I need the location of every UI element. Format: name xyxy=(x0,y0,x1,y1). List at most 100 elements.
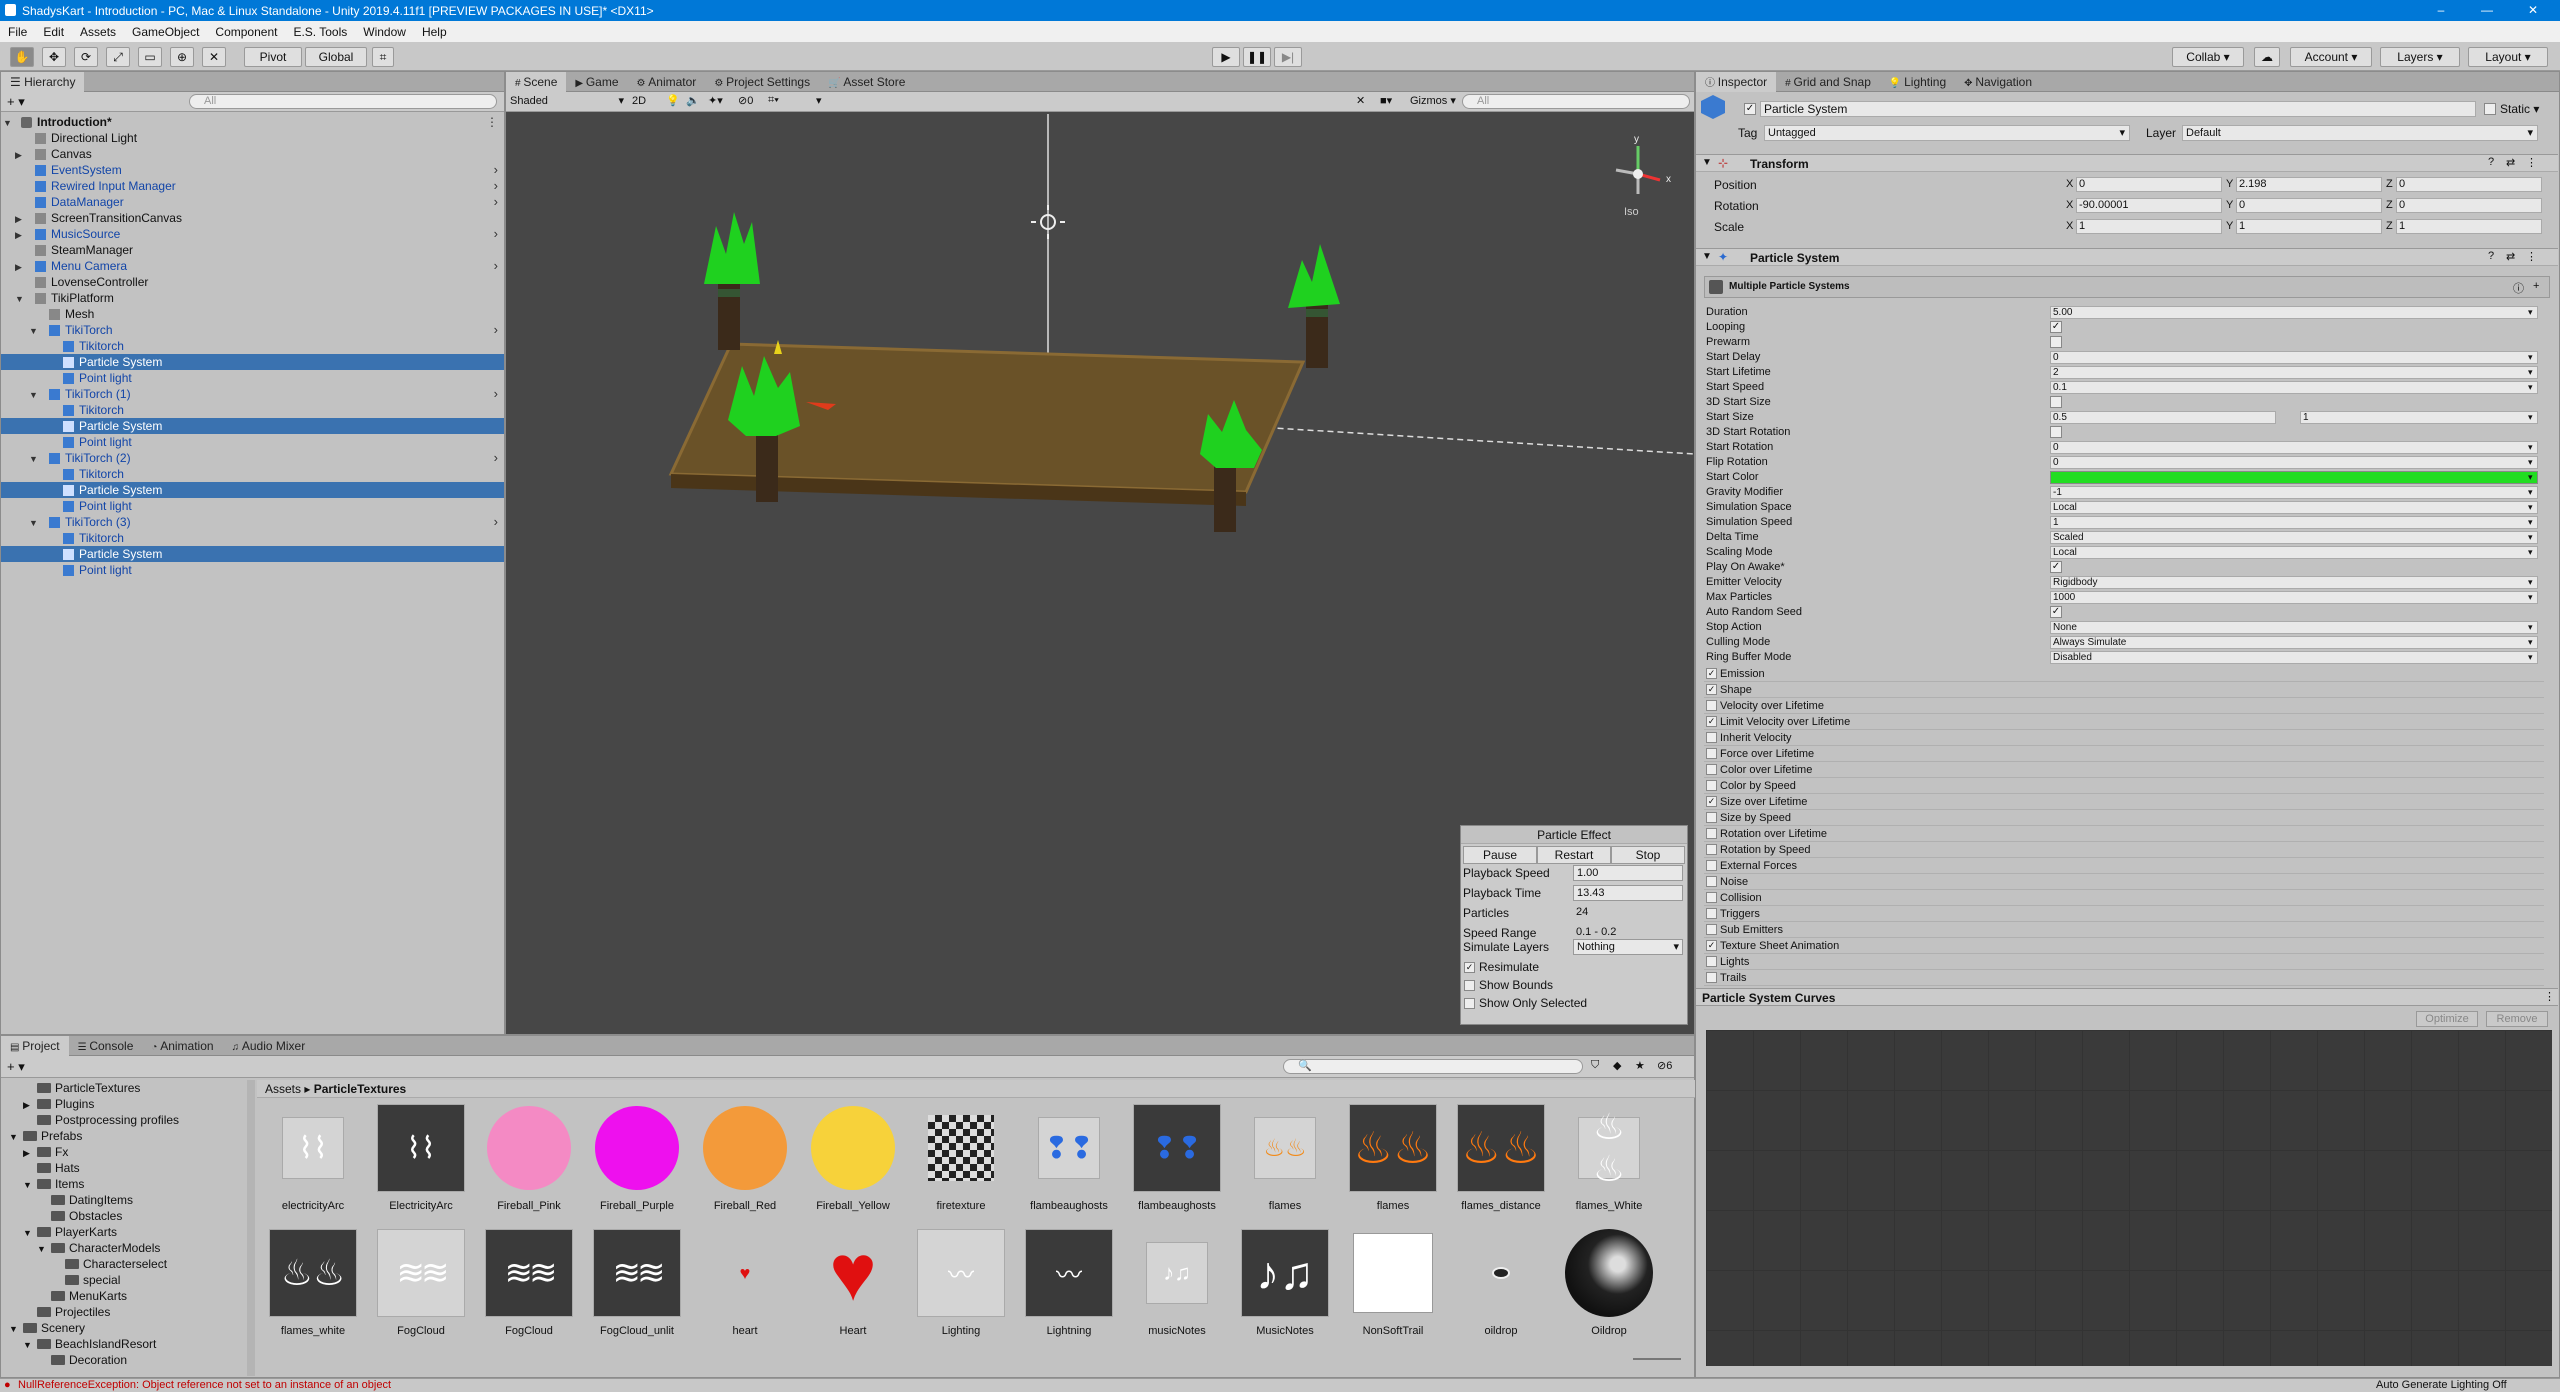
ps-property-field-2[interactable]: 1 xyxy=(2300,411,2538,424)
hierarchy-item[interactable]: Tikitorch xyxy=(1,466,504,482)
create-button[interactable]: + ▾ xyxy=(7,94,25,110)
asset-item[interactable]: Fireball_Purple xyxy=(587,1104,687,1224)
error-message[interactable]: NullReferenceException: Object reference… xyxy=(18,1379,391,1392)
asset-item[interactable]: ♥ heart xyxy=(695,1229,795,1349)
ps-module-row[interactable]: Trails xyxy=(1704,970,2544,986)
open-prefab-icon[interactable]: › xyxy=(494,386,498,402)
folder-item[interactable]: ParticleTextures xyxy=(23,1080,140,1097)
tab-project-settings[interactable]: ⚙ Project Settings xyxy=(705,72,819,92)
expand-open-icon[interactable]: ▼ xyxy=(23,1177,37,1194)
filter-type-icon[interactable]: ⛉ xyxy=(1591,1059,1599,1072)
ps-property-checkbox[interactable] xyxy=(2050,396,2062,408)
ps-add-icon[interactable]: + xyxy=(2533,280,2539,292)
tab-lighting[interactable]: 💡 Lighting xyxy=(1880,72,1955,92)
asset-item[interactable]: ♨♨ flames_distance xyxy=(1451,1104,1551,1224)
tree-scrollbar[interactable] xyxy=(247,1080,255,1376)
transform-tool-button[interactable]: ⊕ xyxy=(170,47,194,67)
hierarchy-item[interactable]: Particle System xyxy=(1,354,504,370)
folder-item[interactable]: Postprocessing profiles xyxy=(23,1112,179,1129)
asset-item[interactable]: ≋≋ FogCloud xyxy=(479,1229,579,1349)
folder-item[interactable]: ▶ Plugins xyxy=(23,1096,94,1113)
ps-module-row[interactable]: Force over Lifetime xyxy=(1704,746,2544,762)
tab-grid-and-snap[interactable]: # Grid and Snap xyxy=(1776,72,1880,92)
axis-x-label[interactable]: X xyxy=(2066,220,2073,232)
step-button[interactable]: ▶| xyxy=(1274,47,1302,67)
hierarchy-item[interactable]: ▼ TikiTorch (2) › xyxy=(1,450,504,466)
tiki-torch-back-left[interactable] xyxy=(704,212,760,350)
open-prefab-icon[interactable]: › xyxy=(494,178,498,194)
folder-item[interactable]: DatingItems xyxy=(37,1192,133,1209)
expand-open-icon[interactable]: ▼ xyxy=(9,1321,23,1338)
hierarchy-item[interactable]: ▼ TikiTorch (1) › xyxy=(1,386,504,402)
ps-module-checkbox[interactable] xyxy=(1706,860,1717,871)
hierarchy-item[interactable]: ▼ TikiTorch › xyxy=(1,322,504,338)
asset-item[interactable]: ❢❢ flambeaughosts xyxy=(1019,1104,1119,1224)
ps-module-checkbox[interactable] xyxy=(1706,876,1717,887)
asset-item[interactable]: ♥ Heart xyxy=(803,1229,903,1349)
hierarchy-item[interactable]: EventSystem › xyxy=(1,162,504,178)
ps-module-row[interactable]: ✓ Emission xyxy=(1704,666,2544,682)
transform-y-field[interactable]: 1 xyxy=(2236,219,2382,234)
chevron-down-icon[interactable]: ▾ xyxy=(2528,455,2533,470)
stop-effect-button[interactable]: Stop xyxy=(1611,846,1685,864)
ps-module-row[interactable]: Sub Emitters xyxy=(1704,922,2544,938)
transform-foldout-icon[interactable]: ▼ xyxy=(1702,157,1712,168)
expand-open-icon[interactable]: ▼ xyxy=(29,515,38,531)
ps-property-field[interactable]: Always Simulate xyxy=(2050,636,2538,649)
hierarchy-item[interactable]: Point light xyxy=(1,562,504,578)
axis-z-label[interactable]: Z xyxy=(2386,220,2393,232)
menu-file[interactable]: File xyxy=(0,25,35,39)
chevron-down-icon[interactable]: ▾ xyxy=(2528,485,2533,500)
scene-options-icon[interactable]: ▾ xyxy=(816,94,822,107)
chevron-down-icon[interactable]: ▾ xyxy=(2528,620,2533,635)
ps-module-row[interactable]: Rotation over Lifetime xyxy=(1704,826,2544,842)
chevron-down-icon[interactable]: ▾ xyxy=(2528,515,2533,530)
asset-item[interactable]: oildrop xyxy=(1451,1229,1551,1349)
asset-item[interactable]: ♨♨ flames xyxy=(1235,1104,1335,1224)
folder-item[interactable]: Projectiles xyxy=(23,1304,110,1321)
open-prefab-icon[interactable]: › xyxy=(494,514,498,530)
ps-module-checkbox[interactable] xyxy=(1706,828,1717,839)
account-dropdown[interactable]: Account ▾ xyxy=(2290,47,2372,67)
ps-module-checkbox[interactable] xyxy=(1706,700,1717,711)
tab-animation[interactable]: ◔ Animation xyxy=(142,1036,222,1056)
ps-property-field[interactable]: 0 xyxy=(2050,456,2538,469)
ps-module-row[interactable]: Size by Speed xyxy=(1704,810,2544,826)
chevron-down-icon[interactable]: ▾ xyxy=(2528,440,2533,455)
hierarchy-item[interactable]: Tikitorch xyxy=(1,338,504,354)
restart-effect-button[interactable]: Restart xyxy=(1537,846,1611,864)
folder-item[interactable]: special xyxy=(51,1272,120,1289)
ps-module-row[interactable]: ✓ Texture Sheet Animation xyxy=(1704,938,2544,954)
pause-effect-button[interactable]: Pause xyxy=(1463,846,1537,864)
ps-property-field[interactable]: 0.1 xyxy=(2050,381,2538,394)
expand-closed-icon[interactable]: ▶ xyxy=(15,147,22,163)
static-dropdown[interactable]: Static ▾ xyxy=(2500,102,2539,116)
audio-toggle-icon[interactable]: 🔈 xyxy=(686,94,700,107)
tools-icon[interactable]: ✕ xyxy=(1356,94,1365,107)
axis-x-label[interactable]: X xyxy=(2066,199,2073,211)
folder-item[interactable]: MenuKarts xyxy=(37,1288,127,1305)
ps-module-row[interactable]: Collision xyxy=(1704,890,2544,906)
hierarchy-item[interactable]: Particle System xyxy=(1,546,504,562)
transform-y-field[interactable]: 0 xyxy=(2236,198,2382,213)
ps-property-field[interactable]: Disabled xyxy=(2050,651,2538,664)
ps-module-checkbox[interactable]: ✓ xyxy=(1706,796,1717,807)
ps-module-checkbox[interactable] xyxy=(1706,956,1717,967)
scale-tool-button[interactable]: ⤢ xyxy=(106,47,130,67)
expand-open-icon[interactable]: ▼ xyxy=(9,1129,23,1146)
hierarchy-item[interactable]: Point light xyxy=(1,498,504,514)
ps-module-checkbox[interactable] xyxy=(1706,908,1717,919)
curves-menu-icon[interactable]: ⋮ xyxy=(2544,990,2555,1003)
shading-mode-dropdown[interactable]: Shaded ▾ xyxy=(508,94,626,109)
ps-module-row[interactable]: Lights xyxy=(1704,954,2544,970)
ps-property-field[interactable]: 0 xyxy=(2050,441,2538,454)
folder-item[interactable]: Obstacles xyxy=(37,1208,122,1225)
rect-tool-button[interactable]: ▭ xyxy=(138,47,162,67)
open-prefab-icon[interactable]: › xyxy=(494,226,498,242)
breadcrumb-root[interactable]: Assets xyxy=(265,1082,301,1096)
transform-z-field[interactable]: 0 xyxy=(2396,198,2542,213)
curves-editor[interactable] xyxy=(1706,1030,2552,1366)
ps-property-checkbox[interactable] xyxy=(2050,336,2062,348)
ps-property-field[interactable]: Scaled xyxy=(2050,531,2538,544)
asset-item[interactable]: 〰 Lightning xyxy=(1019,1229,1119,1349)
